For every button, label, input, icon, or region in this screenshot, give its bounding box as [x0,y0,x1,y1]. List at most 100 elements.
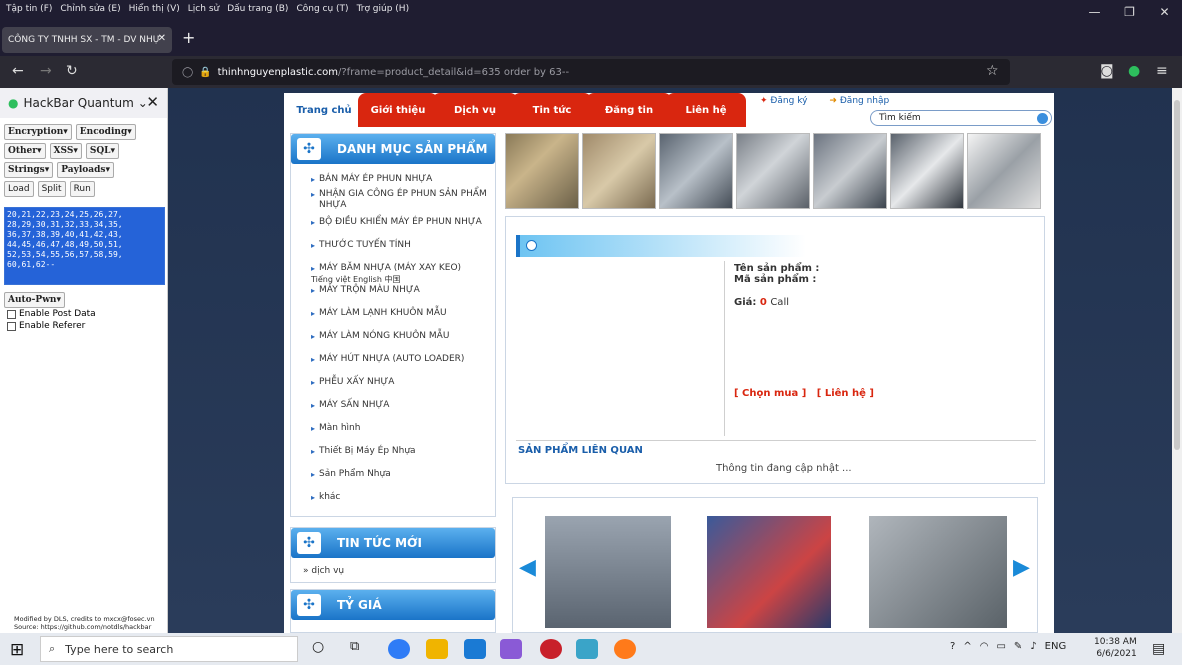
category-item[interactable]: BÁN MÁY ÉP PHUN NHỰA [311,174,495,185]
category-item[interactable]: NHẬN GIA CÔNG ÉP PHUN SẢN PHẨM NHỰA [311,189,495,211]
menu-edit[interactable]: Chỉnh sửa (E) [60,4,120,14]
category-item[interactable]: MÁY LÀM NÓNG KHUÔN MẪU [311,331,495,342]
language-indicator[interactable]: ENG [1045,641,1067,652]
slider-prev-icon[interactable]: ◀ [519,555,536,580]
mail-icon[interactable] [464,639,486,659]
nav-home[interactable]: Trang chủ [284,93,364,127]
site-search-input[interactable]: Tìm kiếm [870,110,1052,126]
category-item[interactable]: PHỄU XẤY NHỰA [311,377,495,388]
category-item[interactable]: MÁY SẤN NHỰA [311,400,495,411]
forward-icon[interactable]: → [40,63,52,79]
encryption-button[interactable]: Encryption▾ [4,124,72,140]
language-links[interactable]: Tiếng việt English 中国 [311,274,495,285]
nav-news[interactable]: Tin tức [512,93,592,127]
search-go-icon[interactable] [1037,113,1048,124]
category-item[interactable]: MÁY TRỘN MÀU NHỰA [311,285,495,296]
category-item[interactable]: khác [311,492,495,503]
battery-icon[interactable]: ▭ [996,641,1005,652]
visual-studio-icon[interactable] [500,639,522,659]
menu-bookmarks[interactable]: Dấu trang (B) [227,4,288,14]
register-link[interactable]: ✦ Đăng ký [760,96,807,106]
cortana-icon[interactable]: ○ [312,639,334,659]
scrollbar-thumb[interactable] [1174,100,1180,450]
slider-image[interactable] [707,516,831,628]
tab-close-icon[interactable]: ✕ [158,33,166,44]
contact-link[interactable]: [ Liên hệ ] [817,388,874,399]
buy-link[interactable]: [ Chọn mua ] [734,388,806,399]
lock-icon[interactable]: 🔒 [199,67,211,78]
gallery-image[interactable] [967,133,1041,209]
menu-view[interactable]: Hiển thị (V) [129,4,180,14]
strings-button[interactable]: Strings▾ [4,162,54,178]
other-button[interactable]: Other▾ [4,143,46,159]
app-icon[interactable] [540,639,562,659]
gallery-image[interactable] [813,133,887,209]
close-icon[interactable]: ✕ [1147,0,1182,24]
payload-textarea[interactable]: 20,21,22,23,24,25,26,27, 28,29,30,31,32,… [4,207,165,285]
category-item[interactable]: BỘ ĐIỀU KHIỂN MÁY ÉP PHUN NHỰA [311,217,495,228]
split-button[interactable]: Split [37,181,66,197]
run-button[interactable]: Run [69,181,95,197]
sidebar-close-icon[interactable]: ✕ [146,93,159,111]
menu-help[interactable]: Trợ giúp (H) [357,4,410,14]
source-link[interactable]: Source: https://github.com/notdls/hackba… [14,623,155,631]
referer-toggle[interactable]: Enable Referer [4,321,96,331]
payloads-button[interactable]: Payloads▾ [57,162,114,178]
page-scrollbar[interactable] [1172,88,1182,633]
category-item[interactable]: MÁY HÚT NHỰA (AUTO LOADER) [311,354,495,365]
slider-image[interactable] [545,516,671,628]
nav-contact[interactable]: Liên hệ [666,93,746,127]
pocket-icon[interactable]: ◙ [1100,63,1114,79]
taskbar-search-input[interactable]: ⌕ Type here to search [40,636,298,662]
menu-tools[interactable]: Công cụ (T) [296,4,348,14]
help-icon[interactable]: ? [950,641,955,652]
clock[interactable]: 10:38 AM 6/6/2021 [1094,636,1137,660]
menu-history[interactable]: Lịch sử [188,4,219,14]
notifications-icon[interactable]: ▤ [1152,641,1165,657]
menu-file[interactable]: Tập tin (F) [6,4,52,14]
hackbar-title[interactable]: HackBar Quantum [23,96,133,110]
windows-start-icon[interactable]: ⊞ [10,640,24,660]
category-item[interactable]: Sản Phẩm Nhựa [311,469,495,480]
category-item[interactable]: THƯỚC TUYẾN TÍNH [311,240,495,251]
load-button[interactable]: Load [4,181,34,197]
post-data-toggle[interactable]: Enable Post Data [4,309,96,319]
reload-icon[interactable]: ↻ [66,63,78,79]
category-item[interactable]: Thiết Bị Máy Ép Nhựa [311,446,495,457]
news-item[interactable]: » dịch vụ [291,558,495,576]
menu-icon[interactable]: ≡ [1156,63,1168,79]
chrome-icon[interactable] [388,639,410,659]
gallery-image[interactable] [659,133,733,209]
nav-about[interactable]: Giới thiệu [358,93,438,127]
slider-next-icon[interactable]: ▶ [1013,555,1030,580]
gallery-image[interactable] [890,133,964,209]
nav-services[interactable]: Dịch vụ [432,93,518,127]
network-icon[interactable]: ◠ [980,641,989,652]
browser-tab[interactable]: CÔNG TY TNHH SX - TM - DV NHỰ ✕ [2,27,172,53]
tray-up-icon[interactable]: ^ [963,641,971,652]
post-data-checkbox[interactable] [7,309,16,319]
gallery-image[interactable] [582,133,656,209]
bookmark-star-icon[interactable]: ☆ [986,63,999,79]
gallery-image[interactable] [505,133,579,209]
new-tab-icon[interactable]: + [182,28,195,47]
app2-icon[interactable] [576,639,598,659]
login-link[interactable]: ➜ Đăng nhập [829,96,889,106]
pen-icon[interactable]: ✎ [1014,641,1022,652]
shield-icon[interactable]: ◯ [182,67,193,78]
referer-checkbox[interactable] [7,321,16,331]
url-bar[interactable]: ◯ 🔒 thinhnguyenplastic.com/?frame=produc… [172,59,1010,85]
volume-icon[interactable]: ♪ [1030,641,1036,652]
category-item[interactable]: MÁY BĂM NHỰA (MÁY XAY KEO) [311,263,495,274]
xss-button[interactable]: XSS▾ [49,143,82,159]
extension-icon[interactable]: ● [1128,63,1140,79]
task-view-icon[interactable]: ⧉ [350,639,372,659]
slider-image[interactable] [869,516,1007,628]
gallery-image[interactable] [736,133,810,209]
nav-post[interactable]: Đăng tin [586,93,672,127]
autopwn-button[interactable]: Auto-Pwn▾ [4,292,65,308]
back-icon[interactable]: ← [12,63,24,79]
minimize-icon[interactable]: — [1077,0,1112,24]
sql-button[interactable]: SQL▾ [85,143,120,159]
category-item[interactable]: MÁY LÀM LẠNH KHUÔN MẪU [311,308,495,319]
